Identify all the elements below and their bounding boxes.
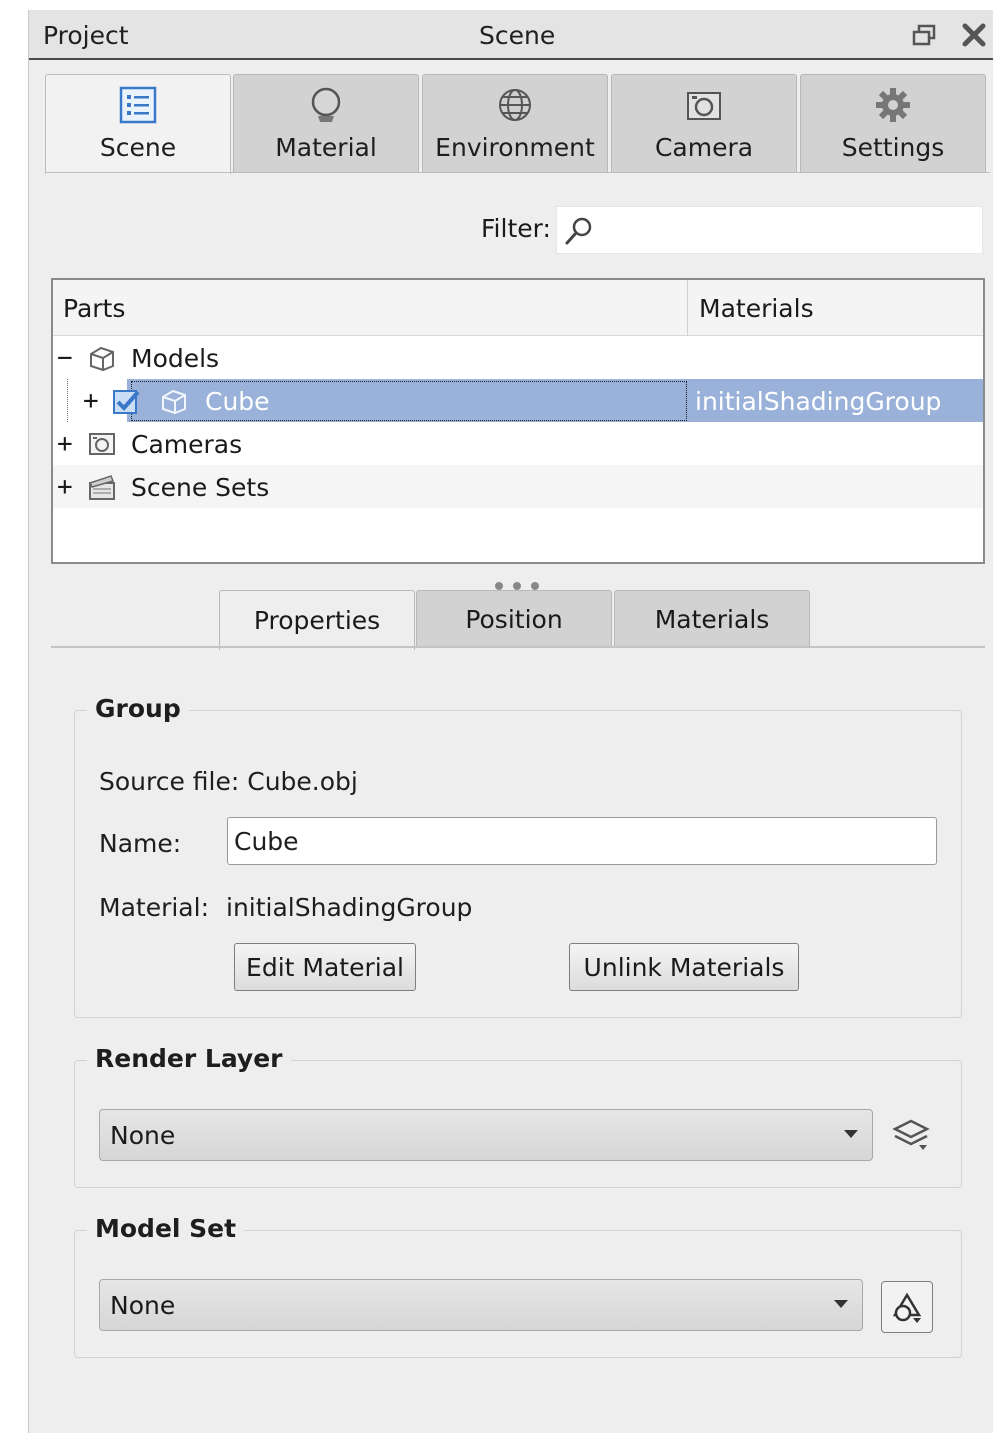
render-layer-value: None (110, 1121, 176, 1150)
gear-icon (871, 83, 915, 127)
project-title: Project (43, 21, 129, 50)
tab-label: Settings (841, 133, 945, 162)
camera-icon (87, 430, 117, 458)
scene-panel: Project Scene Scene Material Environment… (28, 10, 993, 1433)
tree-row-material: initialShadingGroup (695, 387, 942, 416)
tab-label: Camera (654, 133, 754, 162)
model-set-section: Model Set None (74, 1214, 962, 1358)
model-set-select[interactable]: None (99, 1279, 863, 1331)
tab-label: Material (275, 133, 377, 162)
tree-row-label: Cube (205, 387, 270, 416)
filter-label: Filter: (481, 214, 551, 243)
chevron-down-icon (844, 1130, 858, 1138)
tab-label: Materials (654, 605, 770, 634)
column-separator[interactable] (687, 280, 688, 336)
tab-material[interactable]: Material (233, 74, 419, 172)
material-value: initialShadingGroup (226, 893, 473, 922)
material-ball-icon (304, 83, 348, 127)
tab-environment[interactable]: Environment (422, 74, 608, 172)
chevron-down-icon (834, 1300, 848, 1308)
source-file-label: Source file: Cube.obj (99, 767, 358, 796)
filter-field[interactable] (556, 206, 983, 254)
render-layer-select[interactable]: None (99, 1109, 873, 1161)
layers-icon[interactable] (885, 1109, 937, 1161)
tab-divider (45, 172, 990, 173)
expand-toggle[interactable]: + (57, 429, 73, 459)
tab-camera[interactable]: Camera (611, 74, 797, 172)
main-tabs: Scene Material Environment Camera Settin… (45, 74, 990, 186)
render-layer-title: Render Layer (87, 1044, 291, 1073)
tab-label: Position (465, 605, 563, 634)
tab-properties[interactable]: Properties (219, 590, 415, 650)
camera-icon (682, 83, 726, 127)
model-set-shapes-icon[interactable] (881, 1281, 933, 1333)
model-group-icon (87, 344, 117, 372)
search-icon (563, 215, 595, 251)
tab-settings[interactable]: Settings (800, 74, 986, 172)
material-label: Material: (99, 893, 209, 922)
tab-label: Scene (99, 133, 177, 162)
tab-label: Environment (435, 133, 595, 162)
column-header-parts[interactable]: Parts (63, 294, 125, 323)
name-label: Name: (99, 829, 182, 858)
column-header-materials[interactable]: Materials (699, 294, 814, 323)
tree-row-scene-sets[interactable]: + Scene Sets (53, 465, 983, 508)
unlink-materials-button[interactable]: Unlink Materials (569, 943, 799, 991)
title-bar: Project Scene (29, 10, 993, 60)
tree-row-label: Scene Sets (131, 473, 270, 502)
clapperboard-icon (87, 473, 117, 501)
collapse-toggle[interactable]: − (57, 343, 73, 373)
tree-row-label: Models (131, 344, 220, 373)
edit-material-button[interactable]: Edit Material (234, 943, 416, 991)
tree-row-cube[interactable]: + Cube initialShadingGroup (53, 379, 983, 422)
float-icon[interactable] (909, 20, 939, 50)
expand-toggle[interactable]: + (83, 386, 99, 416)
filter-input[interactable] (599, 213, 977, 247)
render-layer-section: Render Layer None (74, 1044, 962, 1188)
subtab-divider (51, 646, 985, 648)
name-field[interactable] (227, 817, 937, 865)
tab-scene[interactable]: Scene (45, 74, 231, 174)
tree-row-label: Cameras (131, 430, 243, 459)
tree-row-models[interactable]: − Models (53, 336, 983, 379)
group-section: Group Source file: Cube.obj Name: Materi… (74, 694, 962, 1018)
list-icon (116, 83, 160, 127)
parts-tree[interactable]: Parts Materials − Models + Cube initialS… (51, 278, 985, 564)
model-set-value: None (110, 1291, 176, 1320)
group-title: Group (87, 694, 189, 723)
tree-row-cameras[interactable]: + Cameras (53, 422, 983, 465)
globe-icon (493, 83, 537, 127)
model-set-title: Model Set (87, 1214, 245, 1243)
tree-header: Parts Materials (53, 280, 983, 336)
expand-toggle[interactable]: + (57, 472, 73, 502)
checkbox-icon[interactable] (111, 386, 141, 414)
tab-position[interactable]: Position (416, 590, 612, 648)
model-group-icon (159, 387, 189, 415)
close-icon[interactable] (959, 20, 989, 50)
tab-materials[interactable]: Materials (614, 590, 810, 648)
tab-label: Properties (253, 606, 381, 635)
scene-title: Scene (479, 21, 556, 50)
